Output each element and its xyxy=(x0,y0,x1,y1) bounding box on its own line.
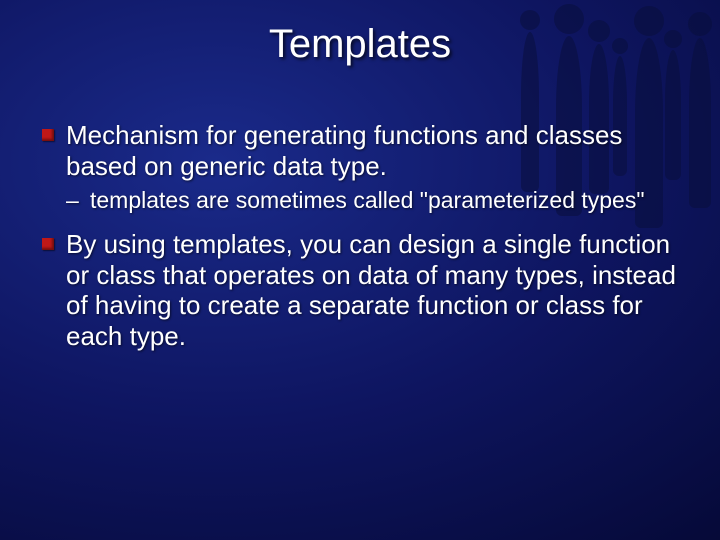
slide: Templates Mechanism for generating funct… xyxy=(0,0,720,540)
bullet-item: By using templates, you can design a sin… xyxy=(42,229,690,352)
bullet-item: Mechanism for generating functions and c… xyxy=(42,120,690,181)
bullet-text: By using templates, you can design a sin… xyxy=(66,229,676,351)
bullet-text: Mechanism for generating functions and c… xyxy=(66,120,622,181)
slide-title: Templates xyxy=(0,22,720,67)
sub-bullet-text: templates are sometimes called "paramete… xyxy=(90,187,645,213)
square-bullet-icon xyxy=(42,129,54,141)
slide-body: Mechanism for generating functions and c… xyxy=(42,120,690,358)
sub-bullet-item: templates are sometimes called "paramete… xyxy=(42,187,690,215)
square-bullet-icon xyxy=(42,238,54,250)
